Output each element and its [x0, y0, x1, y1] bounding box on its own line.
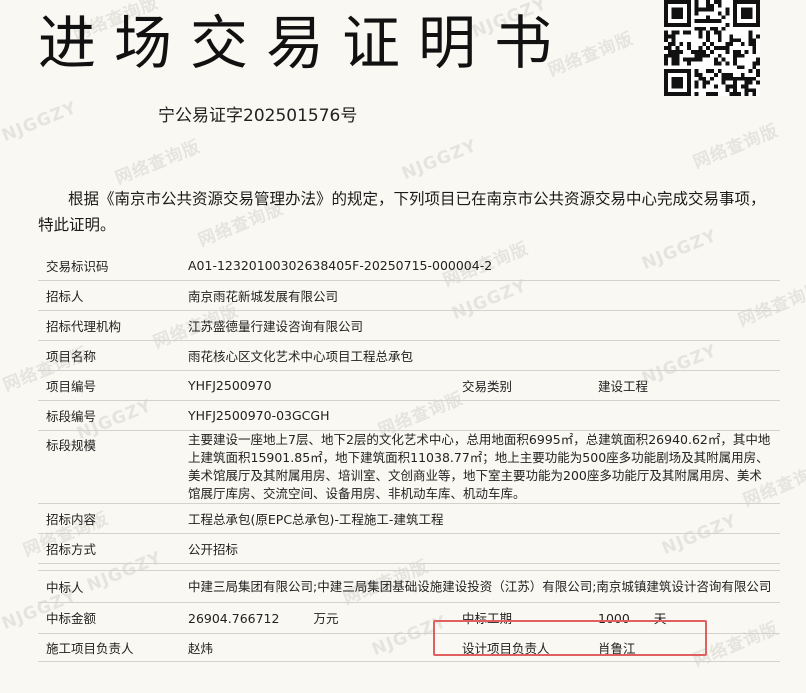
content-value: 工程总承包(原EPC总承包)-工程施工-建筑工程: [182, 503, 780, 534]
project-no-value: YHFJ2500970: [182, 370, 456, 401]
table-row: 交易标识码 A01-12320100302638405F-20250715-00…: [38, 251, 780, 281]
table-row: 中标人 中建三局集团有限公司;中建三局集团基础设施建设投资（江苏）有限公司;南京…: [38, 570, 780, 603]
field-label: 项目名称: [38, 340, 182, 371]
certificate-table: 交易标识码 A01-12320100302638405F-20250715-00…: [38, 251, 780, 662]
watermark: NJGGZY: [0, 97, 80, 147]
page-title: 进场交易证明书: [38, 9, 571, 77]
method-value: 公开招标: [182, 533, 780, 564]
amount-cell: 26904.766712 万元: [182, 602, 456, 634]
table-row: 招标代理机构 江苏盛德量行建设咨询有限公司: [38, 310, 780, 341]
intro-paragraph: 根据《南京市公共资源交易管理办法》的规定，下列项目已在南京市公共资源交易中心完成…: [38, 190, 766, 234]
qr-code-icon: [664, 0, 760, 96]
field-label: 中标人: [38, 570, 182, 603]
field-label: 交易类别: [456, 370, 592, 401]
tenderer-value: 南京雨花新城发展有限公司: [182, 280, 780, 311]
table-row: 标段规模 主要建设一座地上7层、地下2层的文化艺术中心，总用地面积6995㎡，总…: [38, 430, 780, 504]
project-name-value: 雨花核心区文化艺术中心项目工程总承包: [182, 340, 780, 371]
trade-id-value: A01-12320100302638405F-20250715-000004-2: [182, 251, 780, 281]
document-number: 宁公易证字202501576号: [158, 106, 358, 126]
table-row: 标段编号 YHFJ2500970-03GCGH: [38, 400, 780, 431]
section-no-value: YHFJ2500970-03GCGH: [182, 400, 780, 431]
table-row: 招标内容 工程总承包(原EPC总承包)-工程施工-建筑工程: [38, 503, 780, 534]
table-row: 招标方式 公开招标: [38, 533, 780, 564]
field-label: 招标方式: [38, 533, 182, 564]
field-label: 招标人: [38, 280, 182, 311]
watermark: 网络查询版: [112, 136, 204, 189]
construction-manager-value: 赵炜: [182, 633, 456, 662]
field-label: 中标金额: [38, 602, 182, 634]
watermark: 网络查询版: [690, 120, 782, 173]
agent-value: 江苏盛德量行建设咨询有限公司: [182, 310, 780, 341]
field-label: 交易标识码: [38, 251, 182, 281]
field-label: 项目编号: [38, 370, 182, 401]
watermark: NJGGZY: [399, 135, 480, 185]
amount-value: 26904.766712: [188, 611, 280, 626]
field-label: 招标代理机构: [38, 310, 182, 341]
amount-unit: 万元: [313, 611, 339, 626]
field-label: 标段规模: [38, 430, 182, 504]
scale-value: 主要建设一座地上7层、地下2层的文化艺术中心，总用地面积6995㎡，总建筑面积2…: [182, 430, 780, 504]
field-label: 招标内容: [38, 503, 182, 534]
field-label: 施工项目负责人: [38, 633, 182, 662]
table-row: 招标人 南京雨花新城发展有限公司: [38, 280, 780, 311]
table-row: 项目名称 雨花核心区文化艺术中心项目工程总承包: [38, 340, 780, 371]
table-row: 项目编号 YHFJ2500970 交易类别 建设工程: [38, 370, 780, 401]
field-label: 标段编号: [38, 400, 182, 431]
highlight-box: [433, 620, 707, 656]
winner-value: 中建三局集团有限公司;中建三局集团基础设施建设投资（江苏）有限公司;南京城镇建筑…: [182, 570, 780, 603]
table-spacer: [38, 563, 780, 571]
trade-type-value: 建设工程: [592, 370, 780, 401]
